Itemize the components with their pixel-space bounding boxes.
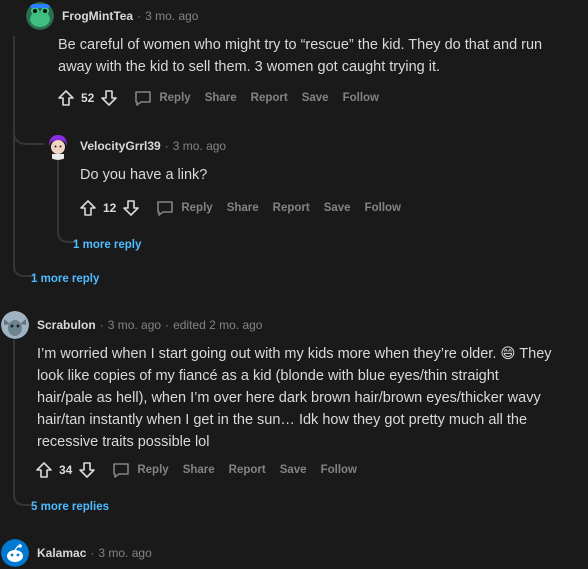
reply-bubble-icon — [157, 201, 174, 216]
comment-actions: 52 Reply Share Report Save Follow — [56, 84, 379, 112]
share-button[interactable]: Share — [205, 92, 237, 104]
snoo-avatar-icon[interactable] — [1, 539, 29, 567]
comment-body: Do you have a link? — [80, 167, 208, 183]
timestamp[interactable]: 3 mo. ago — [145, 9, 198, 23]
author-name[interactable]: VelocityGrrl39 — [80, 139, 161, 153]
upvote-icon — [36, 462, 52, 478]
reply-button[interactable]: Reply — [111, 460, 169, 480]
thread-line-frogmint[interactable] — [13, 36, 15, 266]
report-button[interactable]: Report — [273, 202, 310, 214]
separator-dot: · — [165, 318, 170, 332]
save-button[interactable]: Save — [324, 202, 351, 214]
separator-dot: · — [99, 318, 104, 332]
report-button[interactable]: Report — [251, 92, 288, 104]
follow-button[interactable]: Follow — [343, 92, 379, 104]
reply-label: Reply — [159, 92, 191, 104]
report-button[interactable]: Report — [229, 464, 266, 476]
save-button[interactable]: Save — [302, 92, 329, 104]
downvote-icon — [123, 200, 140, 216]
reply-bubble-icon — [135, 91, 152, 106]
upvote-button[interactable] — [34, 460, 54, 480]
share-button[interactable]: Share — [183, 464, 215, 476]
upvote-icon — [58, 90, 74, 106]
share-button[interactable]: Share — [227, 202, 259, 214]
author-name[interactable]: FrogMintTea — [62, 9, 133, 23]
thread-line-velocity[interactable] — [57, 160, 59, 230]
timestamp[interactable]: 3 mo. ago — [173, 139, 226, 153]
comment-actions: 12 Reply Share Report Save Follow — [78, 194, 401, 222]
author-name[interactable]: Scrabulon — [37, 318, 96, 332]
separator-dot: · — [90, 546, 95, 560]
reply-label: Reply — [181, 202, 213, 214]
upvote-icon — [80, 200, 96, 216]
vote-score: 52 — [81, 91, 95, 105]
downvote-icon — [101, 90, 118, 106]
downvote-icon — [79, 462, 96, 478]
frog-avatar-icon[interactable] — [26, 2, 54, 30]
vote-score: 12 — [103, 201, 117, 215]
more-replies-link[interactable]: 1 more reply — [73, 239, 141, 251]
thread-line-scrabulon[interactable] — [13, 340, 15, 495]
vote-score: 34 — [59, 463, 73, 477]
save-button[interactable]: Save — [280, 464, 307, 476]
follow-button[interactable]: Follow — [321, 464, 357, 476]
more-replies-link[interactable]: 5 more replies — [31, 501, 109, 513]
comment-actions: 34 Reply Share Report Save Follow — [34, 456, 357, 484]
more-replies-link[interactable]: 1 more reply — [31, 273, 99, 285]
downvote-button[interactable] — [121, 198, 141, 218]
separator-dot: · — [137, 9, 142, 23]
reply-button[interactable]: Reply — [133, 88, 191, 108]
reply-bubble-icon — [113, 463, 130, 478]
follow-button[interactable]: Follow — [365, 202, 401, 214]
upvote-button[interactable] — [56, 88, 76, 108]
timestamp[interactable]: 3 mo. ago — [108, 318, 161, 332]
reply-button[interactable]: Reply — [155, 198, 213, 218]
purple-hair-avatar-icon[interactable] — [44, 132, 72, 160]
separator-dot: · — [164, 139, 169, 153]
comment-body: I’m worried when I start going out with … — [37, 346, 552, 450]
edited-timestamp: edited 2 mo. ago — [173, 318, 263, 332]
reply-label: Reply — [137, 464, 169, 476]
comment-body: Be careful of women who might try to “re… — [58, 37, 543, 75]
downvote-button[interactable] — [99, 88, 119, 108]
upvote-button[interactable] — [78, 198, 98, 218]
downvote-button[interactable] — [77, 460, 97, 480]
author-name[interactable]: Kalamac — [37, 546, 86, 560]
timestamp[interactable]: 3 mo. ago — [98, 546, 151, 560]
gray-creature-avatar-icon[interactable] — [1, 311, 29, 339]
